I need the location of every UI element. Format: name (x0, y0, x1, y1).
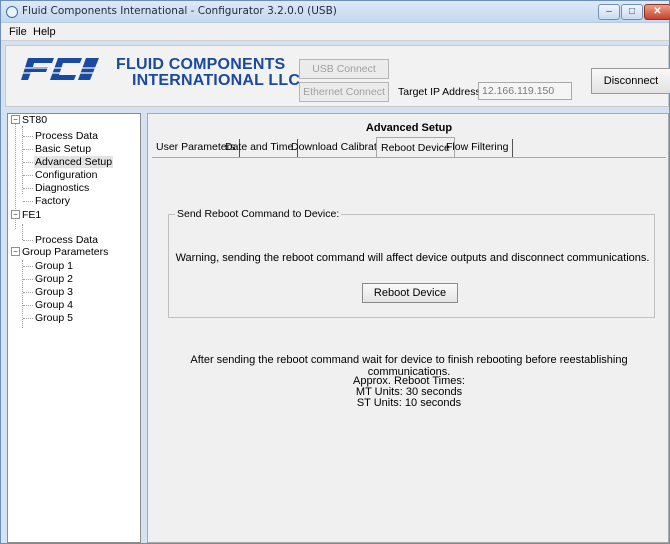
target-ip-label: Target IP Address: (398, 86, 484, 98)
tree-connector (23, 279, 33, 280)
tree-node-fe1[interactable]: FE1 (22, 209, 41, 221)
title-bar: Fluid Components International - Configu… (1, 1, 670, 23)
main-panel: Advanced Setup User Parameters Date and … (147, 113, 669, 543)
ethernet-connect-button[interactable]: Ethernet Connect (299, 82, 389, 102)
page-title: Advanced Setup (365, 122, 453, 134)
tree-item-fe1-process-data[interactable]: Process Data (35, 234, 98, 246)
collapse-fe1-icon[interactable]: − (11, 210, 20, 219)
tree-connector (23, 149, 33, 150)
collapse-group-parameters-icon[interactable]: − (11, 247, 20, 256)
tree-item-advanced-setup[interactable]: Advanced Setup (34, 156, 114, 168)
tree-connector (23, 318, 33, 319)
tree-item-factory[interactable]: Factory (35, 195, 70, 207)
window-title: Fluid Components International - Configu… (22, 5, 337, 17)
target-ip-input[interactable]: 12.166.119.150 (478, 82, 572, 100)
tree-connector (23, 240, 33, 241)
tree-item-configuration[interactable]: Configuration (35, 169, 97, 181)
menu-help[interactable]: Help (33, 26, 56, 38)
close-button[interactable]: ✕ (644, 4, 670, 20)
warning-text: Warning, sending the reboot command will… (175, 252, 650, 264)
tree-node-group-parameters[interactable]: Group Parameters (22, 246, 108, 258)
tree-connector (23, 201, 33, 202)
tree-connector (23, 136, 33, 137)
reboot-time-st: ST Units: 10 seconds (356, 397, 462, 409)
tree-node-st80[interactable]: ST80 (22, 114, 47, 126)
tree-connector (23, 162, 33, 163)
menu-file[interactable]: File (9, 26, 27, 38)
app-window: Fluid Components International - Configu… (0, 0, 670, 544)
device-tree: − ST80 Process Data Basic Setup Advanced… (7, 113, 141, 543)
reboot-groupbox: Send Reboot Command to Device: Warning, … (168, 208, 655, 318)
tree-connector (23, 175, 33, 176)
tree-item-group-2[interactable]: Group 2 (35, 273, 73, 285)
maximize-button[interactable]: □ (621, 4, 643, 20)
tree-connector (23, 266, 33, 267)
reboot-times: Approx. Reboot Times: MT Units: 30 secon… (148, 376, 670, 409)
logo-text-line2: INTERNATIONAL LLC (132, 72, 301, 89)
reboot-device-button[interactable]: Reboot Device (362, 283, 458, 303)
fci-logo-icon (21, 58, 99, 80)
tree-item-basic-setup[interactable]: Basic Setup (35, 143, 91, 155)
groupbox-title: Send Reboot Command to Device: (175, 208, 342, 220)
usb-connect-button[interactable]: USB Connect (299, 59, 389, 79)
tree-connector (23, 188, 33, 189)
tree-item-diagnostics[interactable]: Diagnostics (35, 182, 89, 194)
tree-item-group-4[interactable]: Group 4 (35, 299, 73, 311)
tree-item-group-5[interactable]: Group 5 (35, 312, 73, 324)
app-icon (6, 6, 18, 18)
header-banner: FLUID COMPONENTS INTERNATIONAL LLC USB C… (5, 45, 670, 107)
tree-item-group-3[interactable]: Group 3 (35, 286, 73, 298)
tree-connector (23, 305, 33, 306)
tab-divider (152, 157, 666, 158)
minimize-button[interactable]: – (598, 4, 620, 20)
tree-item-group-1[interactable]: Group 1 (35, 260, 73, 272)
menu-bar: File Help (1, 23, 669, 41)
tree-item-process-data[interactable]: Process Data (35, 130, 98, 142)
disconnect-button[interactable]: Disconnect (591, 68, 670, 94)
tree-connector (22, 224, 23, 240)
tree-connector (23, 292, 33, 293)
tab-flow-filtering[interactable]: Flow Filtering (442, 139, 514, 157)
collapse-st80-icon[interactable]: − (11, 115, 20, 124)
